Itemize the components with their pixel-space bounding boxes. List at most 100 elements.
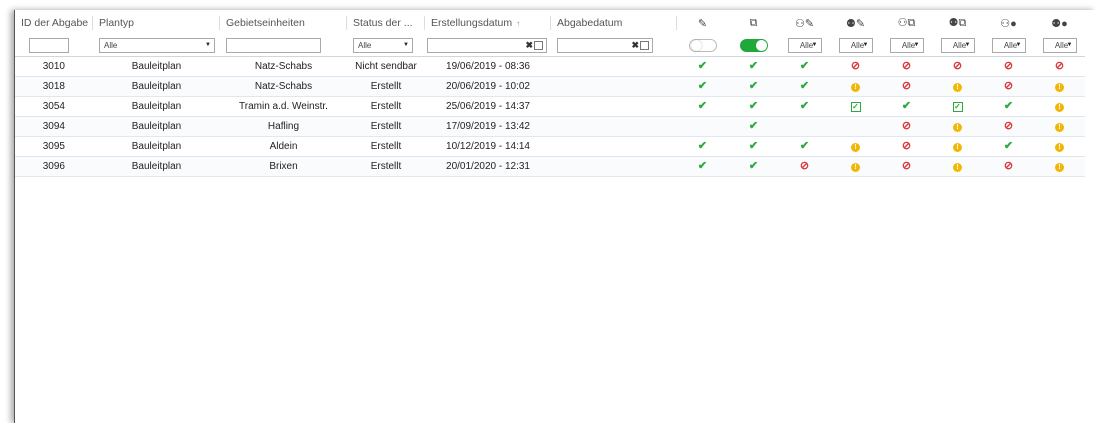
grid-frame: ID der Abgabe Plantyp Gebietseinheiten S… <box>14 10 1095 423</box>
header-abgabe[interactable]: Abgabedatum <box>551 10 677 36</box>
user-copy-filter-select[interactable]: Alle <box>889 38 924 54</box>
header-gebiet[interactable]: Gebietseinheiten <box>220 10 347 36</box>
cell-status-icon: ! <box>1034 136 1085 157</box>
cell-status-icon: ✔ <box>677 156 728 177</box>
check-icon: ✔ <box>901 100 912 112</box>
warning-icon: ! <box>851 83 860 92</box>
header-status[interactable]: Status der ... <box>347 10 425 36</box>
table-row[interactable]: 3096 Bauleitplan Brixen Erstellt 20/01/2020 … <box>15 156 1085 177</box>
warning-icon: ! <box>851 143 860 152</box>
header-edit[interactable]: ✎ <box>677 10 728 36</box>
check-icon: ✔ <box>1003 100 1014 112</box>
cell-abgabe <box>551 56 677 77</box>
id-filter-input[interactable] <box>29 38 69 54</box>
cell-status: Erstellt <box>347 116 425 137</box>
group-circle-icon: ⚉● <box>1051 17 1068 30</box>
warning-icon: ! <box>953 123 962 132</box>
cell-abgabe <box>551 136 677 157</box>
blocked-icon: ⊘ <box>1003 60 1014 72</box>
checked-box-icon: ✓ <box>952 102 963 112</box>
header-id[interactable]: ID der Abgabe <box>15 10 93 36</box>
cell-status-icon: ⊘ <box>983 76 1034 97</box>
check-icon: ✔ <box>697 140 708 152</box>
cell-status-icon: ✔ <box>728 116 779 137</box>
cell-gebiet: Aldein <box>220 136 347 157</box>
table-row[interactable]: 3094 Bauleitplan Hafling Erstellt 17/09/2019… <box>15 116 1085 137</box>
clear-icon[interactable]: ✖ <box>525 39 533 52</box>
blocked-icon: ⊘ <box>850 60 861 72</box>
cell-status-icon: ⊘ <box>1034 56 1085 77</box>
blocked-icon: ⊘ <box>901 60 912 72</box>
cell-status-icon: ✔ <box>728 96 779 117</box>
cell-status-icon: ✔ <box>728 156 779 177</box>
cell-erstellung: 20/01/2020 - 12:31 <box>425 156 551 177</box>
header-group-circle[interactable]: ⚉● <box>1034 10 1085 36</box>
cell-id: 3095 <box>15 136 93 157</box>
warning-icon: ! <box>953 163 962 172</box>
check-icon: ✔ <box>748 140 759 152</box>
cell-id: 3096 <box>15 156 93 177</box>
blocked-icon: ⊘ <box>1003 160 1014 172</box>
table-row[interactable]: 3018 Bauleitplan Natz-Schabs Erstellt 20/06/… <box>15 76 1085 97</box>
cell-status-icon: ✔ <box>677 136 728 157</box>
header-group-edit[interactable]: ⚉✎ <box>830 10 881 36</box>
table-row[interactable]: 3095 Bauleitplan Aldein Erstellt 10/12/2019 … <box>15 136 1085 157</box>
cell-status-icon: ✔ <box>728 136 779 157</box>
cell-status-icon: ✔ <box>983 96 1034 117</box>
cell-status: Erstellt <box>347 136 425 157</box>
cell-status-icon: ! <box>932 116 983 137</box>
header-group-copy[interactable]: ⚉⧉ <box>932 10 983 36</box>
cell-erstellung: 19/06/2019 - 08:36 <box>425 56 551 77</box>
gebiet-filter-input[interactable] <box>226 38 321 54</box>
copy-icon: ⧉ <box>749 16 758 29</box>
calendar-icon[interactable] <box>640 41 649 51</box>
cell-status-icon: ⊘ <box>983 56 1034 77</box>
cell-gebiet: Natz-Schabs <box>220 76 347 97</box>
warning-icon: ! <box>851 163 860 172</box>
header-plantyp[interactable]: Plantyp <box>93 10 220 36</box>
cell-status-icon: ⊘ <box>881 76 932 97</box>
header-erstellung[interactable]: Erstellungsdatum ↑ <box>425 10 551 36</box>
copy-toggle[interactable] <box>739 39 768 53</box>
cell-erstellung: 25/06/2019 - 14:37 <box>425 96 551 117</box>
abgabe-date-filter[interactable]: ✖ <box>557 38 653 54</box>
erstellung-date-filter[interactable]: ✖ <box>427 38 547 54</box>
group-copy-filter-select[interactable]: Alle <box>940 38 975 54</box>
cell-status-icon: ! <box>830 156 881 177</box>
cell-id: 3010 <box>15 56 93 77</box>
cell-status-icon <box>677 116 728 137</box>
status-filter-select[interactable]: Alle <box>353 38 413 54</box>
cell-status: Nicht sendbar <box>347 56 425 77</box>
table-row[interactable]: 3054 Bauleitplan Tramin a.d. Weinstr. Erste… <box>15 96 1085 117</box>
calendar-icon[interactable] <box>534 41 543 51</box>
cell-erstellung: 20/06/2019 - 10:02 <box>425 76 551 97</box>
cell-status-icon: ! <box>1034 116 1085 137</box>
cell-status-icon: ! <box>1034 76 1085 97</box>
sort-asc-icon: ↑ <box>516 19 521 28</box>
check-icon: ✔ <box>748 120 759 132</box>
warning-icon: ! <box>1055 163 1064 172</box>
edit-toggle[interactable] <box>688 39 717 53</box>
user-circle-icon: ⚇● <box>1000 17 1017 30</box>
header-user-edit[interactable]: ⚇✎ <box>779 10 830 36</box>
blocked-icon: ⊘ <box>901 140 912 152</box>
blocked-icon: ⊘ <box>799 160 810 172</box>
user-circle-filter-select[interactable]: Alle <box>991 38 1026 54</box>
cell-abgabe <box>551 76 677 97</box>
header-copy[interactable]: ⧉ <box>728 10 779 36</box>
header-row: ID der Abgabe Plantyp Gebietseinheiten S… <box>15 10 1085 36</box>
cell-plantyp: Bauleitplan <box>93 56 220 77</box>
group-circle-filter-select[interactable]: Alle <box>1042 38 1077 54</box>
cell-status-icon: ! <box>932 76 983 97</box>
cell-status-icon: ⊘ <box>830 56 881 77</box>
cell-status-icon: ⊘ <box>881 136 932 157</box>
table-row[interactable]: 3010 Bauleitplan Natz-Schabs Nicht sendbar 1… <box>15 56 1085 77</box>
header-user-copy[interactable]: ⚇⧉ <box>881 10 932 36</box>
user-edit-filter-select[interactable]: Alle <box>787 38 822 54</box>
cell-status-icon: ! <box>932 136 983 157</box>
clear-icon[interactable]: ✖ <box>631 39 639 52</box>
warning-icon: ! <box>1055 83 1064 92</box>
header-user-circle[interactable]: ⚇● <box>983 10 1034 36</box>
plantyp-filter-select[interactable]: Alle <box>99 38 215 54</box>
group-edit-filter-select[interactable]: Alle <box>838 38 873 54</box>
